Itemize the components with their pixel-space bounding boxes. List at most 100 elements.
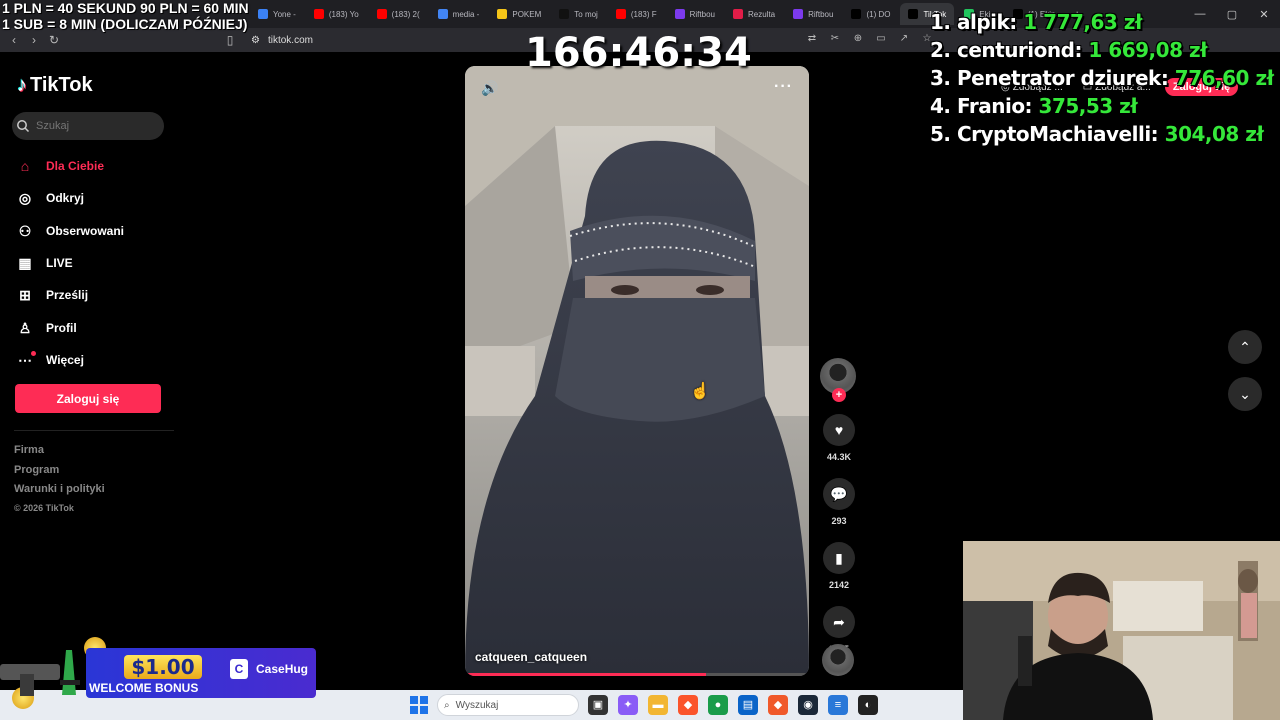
browser-tab[interactable]: Riftbou xyxy=(785,3,841,25)
store-icon[interactable]: ▤ xyxy=(738,695,758,715)
browser-tab[interactable]: POKEM xyxy=(489,3,549,25)
video-player[interactable]: 🔊 ··· catqueen_catqueen xyxy=(465,66,809,676)
sidebar-item-1[interactable]: ◎ Odkryj xyxy=(16,182,124,214)
mouse-cursor-icon: ☝ xyxy=(690,383,710,400)
author-avatar[interactable]: + xyxy=(820,358,856,402)
zoom-icon[interactable]: ⊕ xyxy=(851,32,865,46)
donor-amount: 776,60 zł xyxy=(1174,66,1274,90)
knife-icon xyxy=(0,650,80,696)
tab-favicon-icon xyxy=(908,9,919,19)
tab-favicon-icon xyxy=(674,9,685,19)
sidebar-item-label: Obserwowani xyxy=(46,223,125,238)
tab-label: Riftbou xyxy=(808,9,834,19)
browser-tab[interactable]: (1) DO xyxy=(843,3,898,25)
cast-icon[interactable]: ✂ xyxy=(828,32,842,46)
app-icon[interactable]: ◐ xyxy=(858,695,878,715)
tab-label: To moj xyxy=(574,9,598,19)
bookmark-icon[interactable]: ▯ xyxy=(220,33,240,47)
tab-favicon-icon xyxy=(313,9,324,19)
file-explorer-icon[interactable]: ▬ xyxy=(648,695,668,715)
sidebar-item-3[interactable]: ▦ LIVE xyxy=(16,247,124,279)
steam-icon[interactable]: ◉ xyxy=(798,695,818,715)
video-frame xyxy=(465,66,809,676)
reload-icon[interactable]: ↻ xyxy=(44,33,64,47)
tab-favicon-icon xyxy=(615,9,626,19)
chevron-down-icon: ⌄ xyxy=(1239,385,1251,402)
notepad-icon[interactable]: ≡ xyxy=(828,695,848,715)
sidebar-item-0[interactable]: ⌂ Dla Ciebie xyxy=(16,150,124,182)
tiktok-logo[interactable]: ♪ TikTok xyxy=(17,74,93,97)
browser-tab[interactable]: Riftbou xyxy=(667,3,723,25)
screen-icon[interactable]: ▭ xyxy=(874,32,888,46)
back-icon[interactable]: ‹ xyxy=(4,33,24,47)
tab-favicon-icon xyxy=(732,9,743,19)
following-icon: ⚇ xyxy=(18,222,32,239)
site-info-icon[interactable]: ⚙ xyxy=(251,35,260,46)
tab-label: media - xyxy=(452,9,480,19)
translate-icon[interactable]: ⇄ xyxy=(805,32,819,46)
bookmark-icon[interactable]: ▮ xyxy=(823,542,855,574)
footer-link-company[interactable]: Firma xyxy=(14,444,105,464)
webcam-feed xyxy=(963,541,1280,720)
tab-favicon-icon xyxy=(851,9,862,19)
browser-tab[interactable]: media - xyxy=(430,3,488,25)
browser-tab[interactable]: (183) F xyxy=(608,3,665,25)
tab-label: Rezulta xyxy=(747,9,776,19)
donor-amount: 1 669,08 zł xyxy=(1088,38,1208,62)
forward-icon[interactable]: › xyxy=(24,33,44,47)
donor-name: 1. alpik: xyxy=(930,10,1017,34)
heart-icon[interactable]: ♥ xyxy=(823,414,855,446)
sidebar-item-label: Profil xyxy=(46,320,77,335)
browser-tab[interactable]: (183) Yo xyxy=(306,3,367,25)
copilot-icon[interactable]: ✦ xyxy=(618,695,638,715)
chevron-up-icon: ⌃ xyxy=(1239,338,1251,355)
tab-favicon-icon xyxy=(258,9,268,19)
more-options-icon[interactable]: ··· xyxy=(774,78,793,96)
browser-tab[interactable]: (183) 2( xyxy=(369,3,428,25)
bonus-label: WELCOME BONUS xyxy=(89,681,199,695)
sidebar-item-label: Prześlij xyxy=(46,288,89,303)
search-box[interactable] xyxy=(12,112,164,140)
login-button[interactable]: Zaloguj się xyxy=(15,384,161,413)
footer-link-program[interactable]: Program xyxy=(14,464,105,484)
sidebar-item-label: Dla Ciebie xyxy=(46,159,105,174)
sidebar-item-6[interactable]: ⋯ Więcej xyxy=(16,344,124,376)
upload-icon: ⊞ xyxy=(19,287,31,304)
volume-icon[interactable]: 🔊 xyxy=(481,80,498,97)
tiktok-sidebar: ♪ TikTok ⌂ Dla Ciebie ◎ Odkryj ⚇ Obserwowani ▦… xyxy=(0,52,180,692)
video-author[interactable]: catqueen_catqueen xyxy=(475,650,587,664)
browser-tab[interactable]: To moj xyxy=(551,3,606,25)
donor-name: 5. CryptoMachiavelli: xyxy=(930,122,1159,146)
browser-tab[interactable]: Rezulta xyxy=(725,3,783,25)
compass-icon: ◎ xyxy=(18,190,32,207)
share-arrow-icon[interactable]: ➦ xyxy=(823,606,855,638)
footer-link-terms[interactable]: Warunki i polityki xyxy=(14,483,105,503)
chrome-icon[interactable]: ● xyxy=(708,695,728,715)
share-icon[interactable]: ↗ xyxy=(897,32,911,46)
sidebar-item-4[interactable]: ⊞ Prześlij xyxy=(16,279,124,311)
taskbar-search[interactable]: ⌕ Wyszukaj xyxy=(437,694,579,716)
sidebar-footer: Firma Program Warunki i polityki © 2026 … xyxy=(14,444,105,523)
divider xyxy=(14,430,174,431)
windows-start-icon[interactable] xyxy=(410,696,428,714)
music-disc-avatar[interactable] xyxy=(822,644,854,676)
next-video-button[interactable]: ⌄ xyxy=(1228,377,1262,411)
follow-plus-icon[interactable]: + xyxy=(832,388,846,402)
brave-browser-icon[interactable]: ◆ xyxy=(678,695,698,715)
search-input[interactable] xyxy=(36,120,156,132)
screen: Yone - (183) Yo (183) 2( media - POKEM To moj… xyxy=(0,0,1280,720)
sidebar-item-2[interactable]: ⚇ Obserwowani xyxy=(16,215,124,247)
sponsor-banner[interactable]: $1.00 WELCOME BONUS C CaseHug xyxy=(0,637,318,709)
brave-active-icon[interactable]: ◆ xyxy=(768,695,788,715)
video-progress-bar[interactable] xyxy=(465,673,809,676)
comment-action: 💬 293 xyxy=(818,478,860,526)
browser-tab[interactable]: Yone - xyxy=(250,3,304,25)
comment-icon[interactable]: 💬 xyxy=(823,478,855,510)
previous-video-button[interactable]: ⌃ xyxy=(1228,330,1262,364)
tab-label: (183) Yo xyxy=(328,9,359,19)
sidebar-item-5[interactable]: ♙ Profil xyxy=(16,311,124,343)
bonus-amount: $1.00 xyxy=(124,655,202,679)
taskbar-apps: ▣ ✦ ▬ ◆ ● ▤ ◆ ◉ ≡ ◐ xyxy=(588,695,878,715)
leaderboard-row: 4. Franio: 375,53 zł xyxy=(930,92,1274,120)
task-view-icon[interactable]: ▣ xyxy=(588,695,608,715)
